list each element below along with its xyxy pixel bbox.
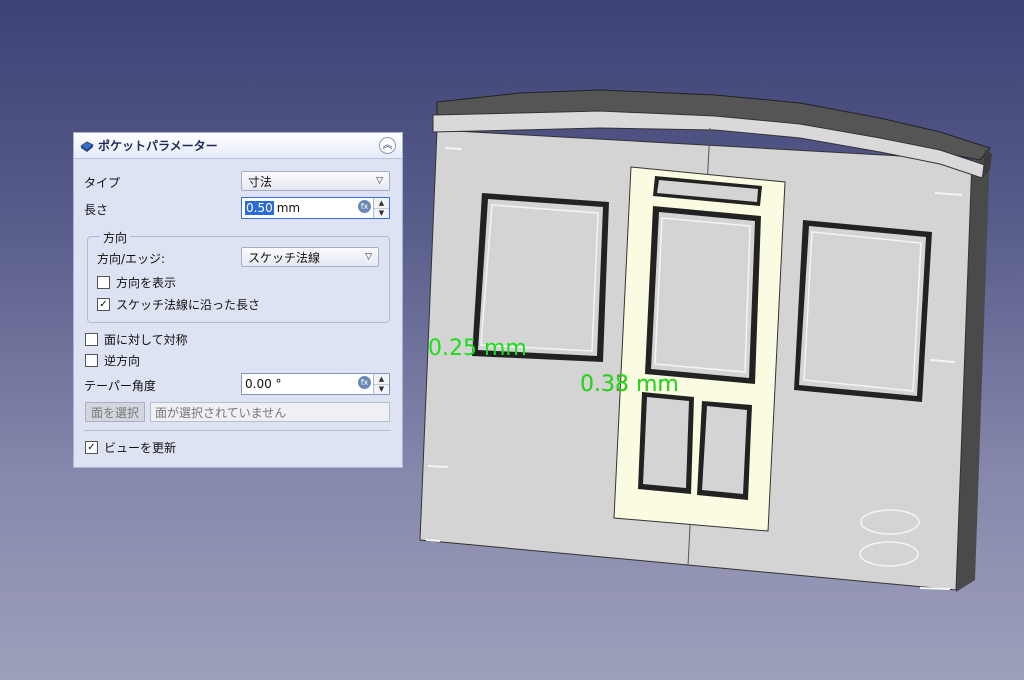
reversed-checkbox[interactable]: 逆方向 (85, 352, 140, 369)
type-label: タイプ (84, 176, 121, 190)
reversed-label: 逆方向 (104, 354, 141, 368)
update-view-label: ビューを更新 (104, 441, 177, 455)
spin-up-icon[interactable]: ▲ (374, 374, 389, 384)
taper-value: 0.00 ° (245, 377, 282, 391)
direction-edge-label: 方向/エッジ: (97, 252, 166, 266)
checkbox-box (97, 276, 110, 289)
taper-input[interactable]: 0.00 ° fx ▲ ▼ (241, 373, 390, 395)
collapse-icon[interactable]: ︽ (379, 137, 396, 154)
along-normal-label: スケッチ法線に沿った長さ (116, 298, 261, 312)
checkbox-box (85, 354, 98, 367)
spin-up-icon[interactable]: ▲ (374, 198, 389, 208)
select-face-button[interactable]: 面を選択 (85, 402, 145, 422)
expression-icon[interactable]: fx (358, 376, 371, 389)
divider (84, 430, 391, 431)
direction-edge-value: スケッチ法線 (248, 250, 321, 265)
along-normal-checkbox[interactable]: ✓ スケッチ法線に沿った長さ (97, 296, 260, 313)
show-direction-label: 方向を表示 (116, 276, 177, 290)
length-unit: mm (276, 201, 301, 215)
direction-edge-combo[interactable]: スケッチ法線 ▽ (241, 247, 379, 267)
length-value: 0.50 (245, 201, 274, 215)
length-input[interactable]: 0.50 mm fx ▲ ▼ (241, 197, 390, 219)
show-direction-checkbox[interactable]: 方向を表示 (97, 274, 176, 291)
length-label: 長さ (84, 203, 109, 217)
left-window-pane (478, 199, 603, 356)
type-value: 寸法 (248, 174, 273, 189)
dimension-label[interactable]: 0.25 mm (428, 336, 527, 361)
symmetric-checkbox[interactable]: 面に対して対称 (85, 331, 188, 348)
panel-header[interactable]: ポケットパラメーター ︽ (74, 133, 402, 159)
direction-group-title: 方向 (100, 229, 131, 246)
taper-stepper[interactable]: ▲ ▼ (373, 374, 389, 394)
check-icon: ✓ (85, 441, 98, 454)
type-combo[interactable]: 寸法 ▽ (241, 171, 390, 191)
checkbox-box (85, 333, 98, 346)
selected-face-field: 面が選択されていません (150, 402, 390, 422)
update-view-checkbox[interactable]: ✓ ビューを更新 (85, 439, 176, 456)
expression-icon[interactable]: fx (358, 200, 371, 213)
pocket-icon (80, 140, 94, 152)
panel-title: ポケットパラメーター (98, 139, 218, 153)
chevron-down-icon: ▽ (376, 176, 383, 186)
taper-label: テーパー角度 (84, 379, 156, 393)
spin-down-icon[interactable]: ▼ (374, 207, 389, 218)
chevron-down-icon: ▽ (365, 252, 372, 262)
pocket-parameters-panel: ポケットパラメーター ︽ タイプ 寸法 ▽ 長さ 0.50 mm fx ▲ ▼ … (73, 132, 403, 468)
right-window-pane (799, 226, 926, 396)
check-icon: ✓ (97, 298, 110, 311)
dimension-label[interactable]: 0.38 mm (580, 372, 679, 397)
length-stepper[interactable]: ▲ ▼ (373, 198, 389, 218)
symmetric-label: 面に対して対称 (104, 333, 188, 347)
spin-down-icon[interactable]: ▼ (374, 383, 389, 394)
